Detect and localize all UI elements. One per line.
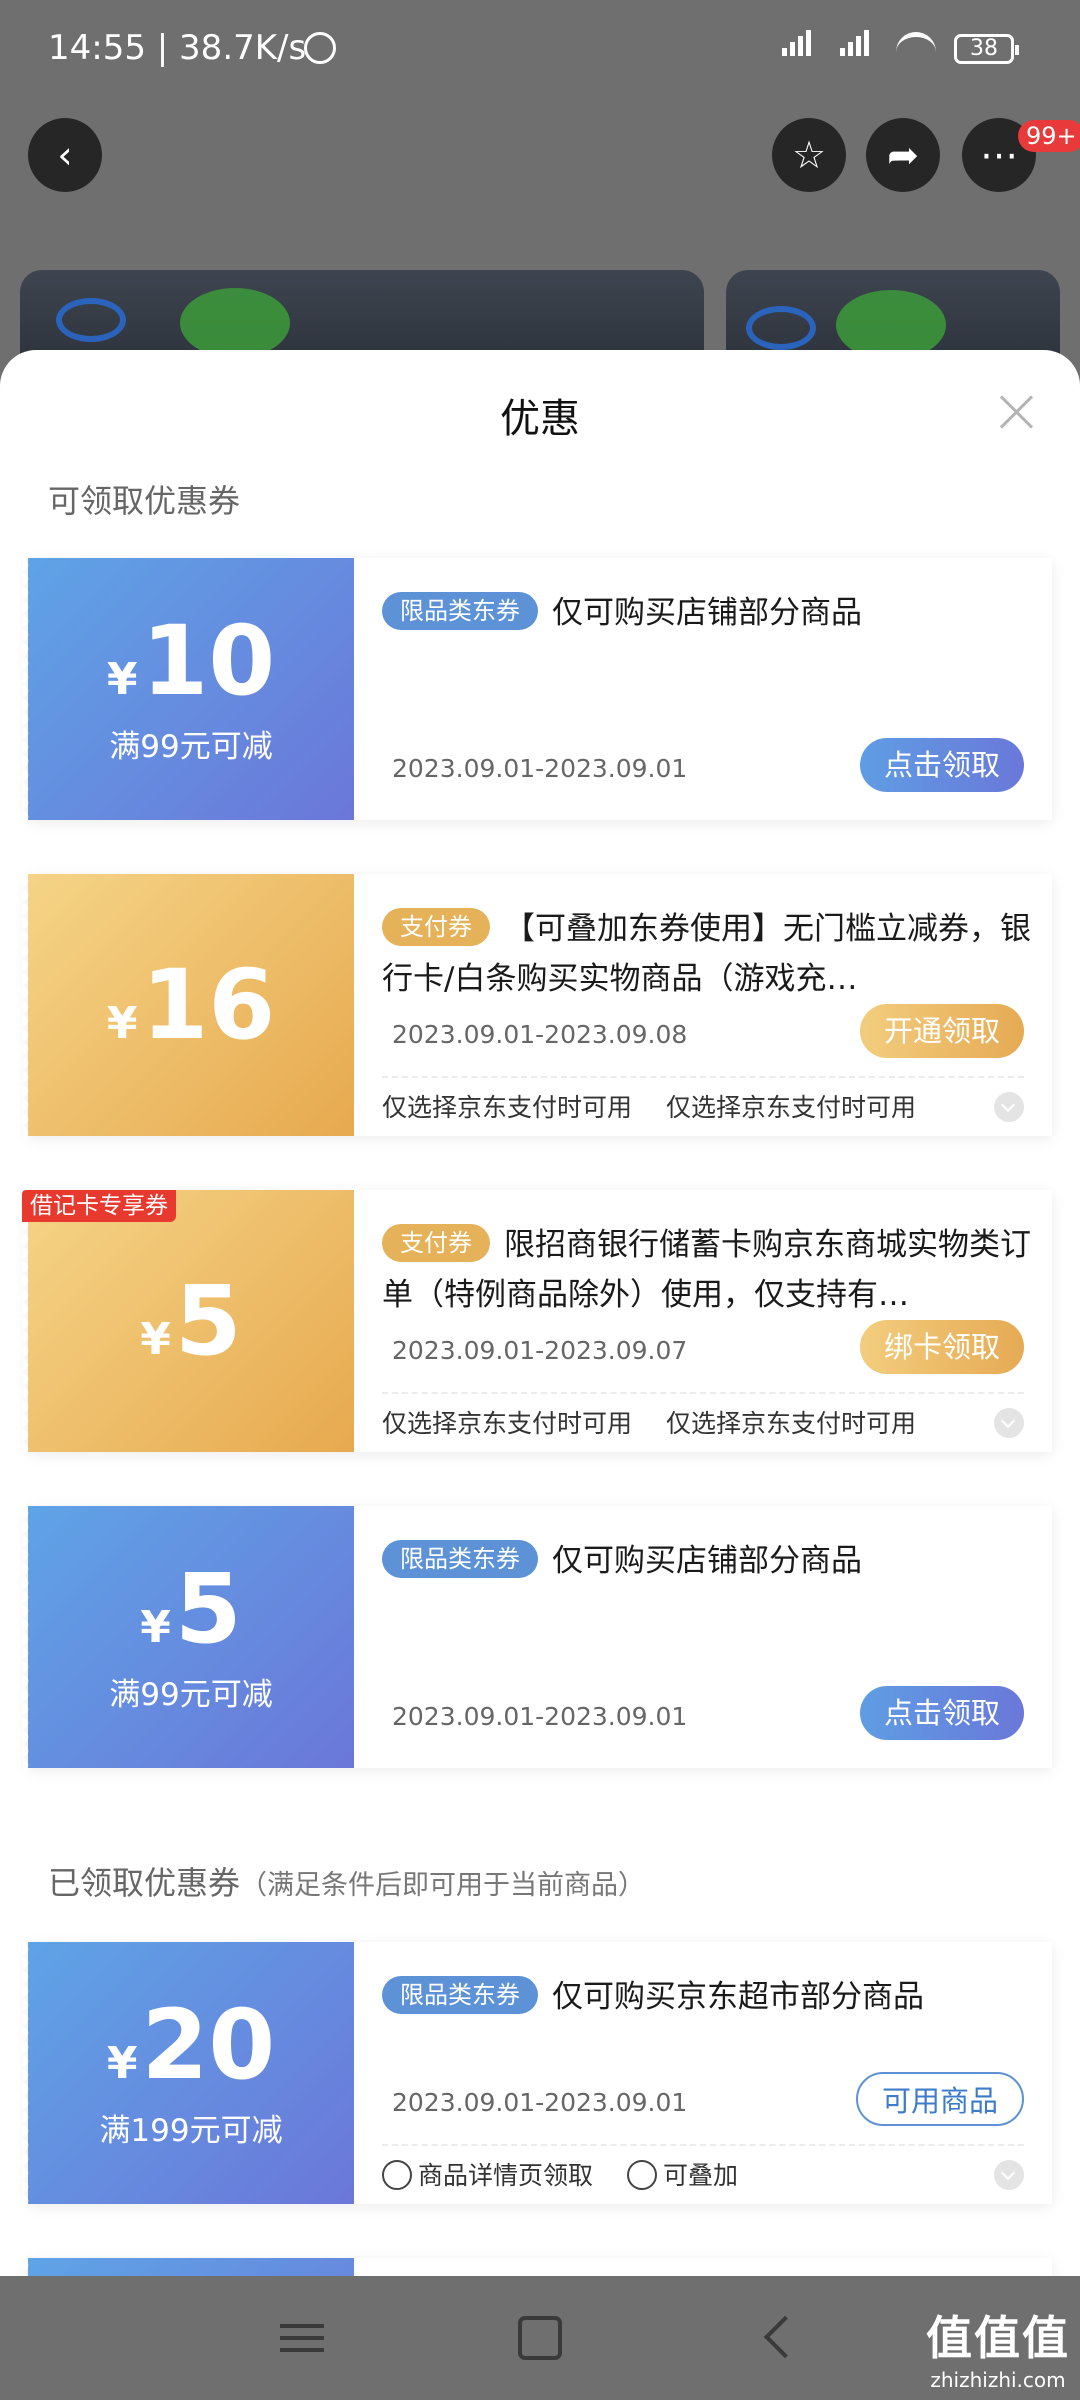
expand-icon[interactable] [994, 1092, 1024, 1122]
coupon-tag: 支付券 [382, 1224, 490, 1262]
nav-back-icon[interactable] [758, 2316, 802, 2360]
coupon-value-panel: ¥5 满99元可减 [23, 1506, 354, 1768]
claim-button[interactable]: 点击领取 [859, 738, 1024, 792]
expand-icon[interactable] [994, 2160, 1024, 2190]
coupon-description: 限品类东券 仅可购买京东超市部分商品 [382, 1972, 1032, 2022]
coupon-tag: 限品类东券 [382, 592, 538, 630]
coupon-tag: 支付券 [382, 908, 490, 946]
note-text: 仅选择京东支付时可用 [382, 1409, 633, 1438]
coupon-amount: 10 [141, 604, 276, 717]
wifi-icon [896, 32, 936, 62]
coupon-value-panel [23, 2258, 354, 2276]
coupon-tag: 限品类东券 [382, 1540, 538, 1578]
status-bar: 14:55 | 38.7K/s 38 [0, 0, 1080, 100]
coupon-date: 2023.09.01-2023.09.01 [392, 1702, 688, 1731]
note-text: 仅选择京东支付时可用 [666, 1409, 917, 1438]
coupon-amount: 5 [174, 1265, 242, 1377]
coupon-description: 支付券 限招商银行储蓄卡购京东商城实物类订单（特例商品除外）使用，仅支持有… [382, 1220, 1032, 1320]
expand-icon[interactable] [994, 1408, 1024, 1438]
coupon-value-panel: ¥20 满199元可减 [23, 1942, 354, 2204]
coupon-value-panel: ¥5 [23, 1190, 354, 1452]
back-icon[interactable]: ‹ [28, 118, 102, 192]
coupon-amount: 20 [141, 1988, 276, 2101]
coupon-description: 支付券 【可叠加东券使用】无门槛立减券，银行卡/白条购买实物商品（游戏充… [382, 904, 1032, 1004]
coupon-card: ¥10 满99元可减 限品类东券 仅可购买店铺部分商品 2023.09.01-20… [23, 558, 1052, 820]
section-available-title: 可领取优惠券 [48, 482, 241, 520]
signal-icon [840, 30, 869, 56]
activate-claim-button[interactable]: 开通领取 [859, 1004, 1024, 1058]
note-text: 商品详情页领取 [382, 2156, 593, 2192]
available-products-button[interactable]: 可用商品 [855, 2072, 1024, 2126]
sheet-title: 优惠 [500, 396, 580, 442]
currency-symbol: ¥ [140, 1314, 171, 1365]
coupon-date: 2023.09.01-2023.09.07 [392, 1336, 688, 1365]
coupon-card: 借记卡专享券 ¥5 支付券 限招商银行储蓄卡购京东商城实物类订单（特例商品除外）使… [22, 1190, 1052, 1452]
share-icon[interactable]: ➦ [866, 118, 940, 192]
home-icon[interactable] [518, 2316, 562, 2360]
divider [382, 2144, 1024, 2146]
currency-symbol: ¥ [106, 2037, 138, 2089]
debit-card-ribbon: 借记卡专享券 [22, 1190, 176, 1222]
coupon-date: 2023.09.01-2023.09.01 [392, 2088, 688, 2117]
claim-button[interactable]: 点击领取 [859, 1686, 1024, 1740]
divider [382, 1076, 1024, 1078]
coupon-notes: 仅选择京东支付时可用 仅选择京东支付时可用 [382, 1088, 916, 1124]
notification-badge: 99+ [1018, 120, 1080, 152]
bind-card-claim-button[interactable]: 绑卡领取 [859, 1320, 1024, 1374]
section-claimed-note: （满足条件后即可用于当前商品） [240, 1870, 646, 1901]
battery-icon: 38 [954, 34, 1019, 64]
coupon-tag: 限品类东券 [382, 1976, 538, 2014]
coupon-description: 限品类东券 仅可购买店铺部分商品 [382, 1536, 1032, 1586]
coupon-card: ¥16 支付券 【可叠加东券使用】无门槛立减券，银行卡/白条购买实物商品（游戏充…… [23, 874, 1052, 1136]
coupon-card: ¥20 满199元可减 限品类东券 仅可购买京东超市部分商品 2023.09.01… [23, 1942, 1052, 2204]
star-icon[interactable]: ☆ [772, 118, 846, 192]
stack-icon [627, 2160, 658, 2190]
menu-icon[interactable] [280, 2316, 324, 2360]
close-icon[interactable] [998, 394, 1034, 430]
coupon-card-partial [23, 2258, 1052, 2276]
coupon-date: 2023.09.01-2023.09.01 [392, 754, 688, 783]
system-nav-bar [0, 2276, 1080, 2400]
coupon-condition: 满99元可减 [109, 728, 273, 765]
alarm-icon [304, 32, 336, 64]
coupon-card: ¥5 满99元可减 限品类东券 仅可购买店铺部分商品 2023.09.01-202… [23, 1506, 1052, 1768]
watermark: 值值值 zhizhizhi.com [926, 2311, 1070, 2392]
coupon-value-panel: ¥10 满99元可减 [23, 558, 354, 820]
note-text: 仅选择京东支付时可用 [666, 1093, 917, 1122]
coupon-notes: 仅选择京东支付时可用 仅选择京东支付时可用 [382, 1404, 916, 1440]
coupon-sheet: 优惠 可领取优惠券 ¥10 满99元可减 限品类东券 仅可购买店铺部分商品 202… [0, 350, 1080, 2276]
coupon-condition: 满199元可减 [99, 2112, 283, 2149]
ticket-icon [382, 2160, 412, 2190]
divider [382, 1392, 1024, 1394]
coupon-date: 2023.09.01-2023.09.08 [392, 1020, 688, 1049]
coupon-amount: 5 [174, 1552, 242, 1665]
currency-symbol: ¥ [106, 998, 138, 1049]
section-claimed-title: 已领取优惠券（满足条件后即可用于当前商品） [48, 1864, 646, 1902]
coupon-notes: 商品详情页领取 可叠加 [382, 2156, 738, 2192]
currency-symbol: ¥ [106, 653, 138, 705]
coupon-description: 限品类东券 仅可购买店铺部分商品 [382, 588, 1032, 638]
coupon-amount: 16 [141, 949, 276, 1061]
signal-icon [782, 30, 811, 56]
currency-symbol: ¥ [140, 1601, 171, 1653]
note-text: 可叠加 [627, 2156, 738, 2192]
note-text: 仅选择京东支付时可用 [382, 1093, 633, 1122]
coupon-condition: 满99元可减 [109, 1676, 273, 1713]
status-time: 14:55 | 38.7K/s [48, 28, 307, 68]
coupon-value-panel: ¥16 [23, 874, 354, 1136]
